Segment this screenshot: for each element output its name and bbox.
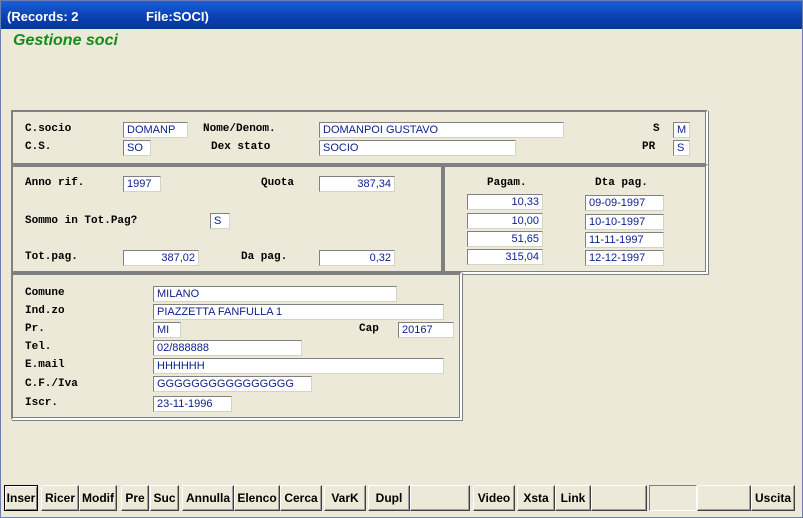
video-button[interactable]: Video [473, 485, 515, 511]
pre-button[interactable]: Pre [121, 485, 149, 511]
title-bar[interactable]: (Records: 2 File:SOCI) [1, 1, 802, 29]
cf-field[interactable]: GGGGGGGGGGGGGGGG [153, 376, 312, 392]
nome-label: Nome/Denom. [203, 123, 276, 135]
indzo-label: Ind.zo [25, 305, 65, 317]
s-label: S [653, 123, 660, 135]
blank-button-1 [410, 485, 470, 511]
pr-address-label: Pr. [25, 323, 45, 335]
payment-date-2[interactable]: 10-10-1997 [585, 214, 664, 230]
link-button[interactable]: Link [555, 485, 591, 511]
file-name: File:SOCI) [146, 9, 209, 24]
blank-button-2 [591, 485, 647, 511]
cerca-button[interactable]: Cerca [280, 485, 322, 511]
pr-field[interactable]: S [673, 140, 690, 156]
tel-field[interactable]: 02/888888 [153, 340, 302, 356]
vark-button[interactable]: VarK [324, 485, 366, 511]
inser-button[interactable]: Inser [4, 485, 38, 511]
quota-label: Quota [261, 177, 295, 189]
pr-label: PR [642, 141, 656, 153]
payment-amount-3[interactable]: 51,65 [467, 231, 543, 247]
payments-amount-header: Pagam. [487, 177, 527, 189]
comune-label: Comune [25, 287, 65, 299]
anno-field[interactable]: 1997 [123, 176, 161, 192]
tel-label: Tel. [25, 341, 52, 353]
blank-button-3 [697, 485, 751, 511]
quota-field[interactable]: 387,34 [319, 176, 395, 192]
page-title: Gestione soci [13, 32, 118, 49]
dex-stato-field[interactable]: SOCIO [319, 140, 516, 156]
ricer-button[interactable]: Ricer [41, 485, 79, 511]
csocio-label: C.socio [25, 123, 72, 135]
totpag-label: Tot.pag. [25, 251, 78, 263]
payment-date-4[interactable]: 12-12-1997 [585, 250, 664, 266]
nome-field[interactable]: DOMANPOI GUSTAVO [319, 122, 564, 138]
s-field[interactable]: M [673, 122, 690, 138]
cap-field[interactable]: 20167 [398, 322, 454, 338]
cf-label: C.F./Iva [25, 378, 78, 390]
payment-date-3[interactable]: 11-11-1997 [585, 232, 664, 248]
xsta-button[interactable]: Xsta [517, 485, 555, 511]
pr-address-field[interactable]: MI [153, 322, 181, 338]
annulla-button[interactable]: Annulla [182, 485, 234, 511]
payment-amount-2[interactable]: 10,00 [467, 213, 543, 229]
email-label: E.mail [25, 359, 65, 371]
dex-stato-label: Dex stato [211, 141, 271, 153]
sommo-label: Sommo in Tot.Pag? [25, 215, 138, 227]
sommo-field[interactable]: S [210, 213, 230, 229]
records-count: (Records: 2 [7, 9, 79, 24]
payment-amount-4[interactable]: 315,04 [467, 249, 543, 265]
cs-field[interactable]: SO [123, 140, 151, 156]
csocio-field[interactable]: DOMANP [123, 122, 188, 138]
iscr-field[interactable]: 23-11-1996 [153, 396, 232, 412]
elenco-button[interactable]: Elenco [234, 485, 280, 511]
dapag-label: Da pag. [241, 251, 288, 263]
app-window: (Records: 2 File:SOCI) Gestione soci C.s… [0, 0, 803, 518]
payment-date-1[interactable]: 09-09-1997 [585, 195, 664, 211]
indzo-field[interactable]: PIAZZETTA FANFULLA 1 [153, 304, 444, 320]
suc-button[interactable]: Suc [150, 485, 179, 511]
uscita-button[interactable]: Uscita [751, 485, 795, 511]
status-box [649, 485, 697, 511]
iscr-label: Iscr. [25, 397, 59, 409]
totpag-field[interactable]: 387,02 [123, 250, 199, 266]
payments-date-header: Dta pag. [595, 177, 648, 189]
comune-field[interactable]: MILANO [153, 286, 397, 302]
command-bar: Inser Ricer Modif Pre Suc Annulla Elenco… [4, 485, 801, 513]
dapag-field[interactable]: 0,32 [319, 250, 395, 266]
dupl-button[interactable]: Dupl [368, 485, 410, 511]
member-header-panel [11, 110, 708, 166]
cs-label: C.S. [25, 141, 52, 153]
email-field[interactable]: HHHHHH [153, 358, 444, 374]
anno-label: Anno rif. [25, 177, 85, 189]
cap-label: Cap [359, 323, 379, 335]
modif-button[interactable]: Modif [79, 485, 117, 511]
payment-amount-1[interactable]: 10,33 [467, 194, 543, 210]
